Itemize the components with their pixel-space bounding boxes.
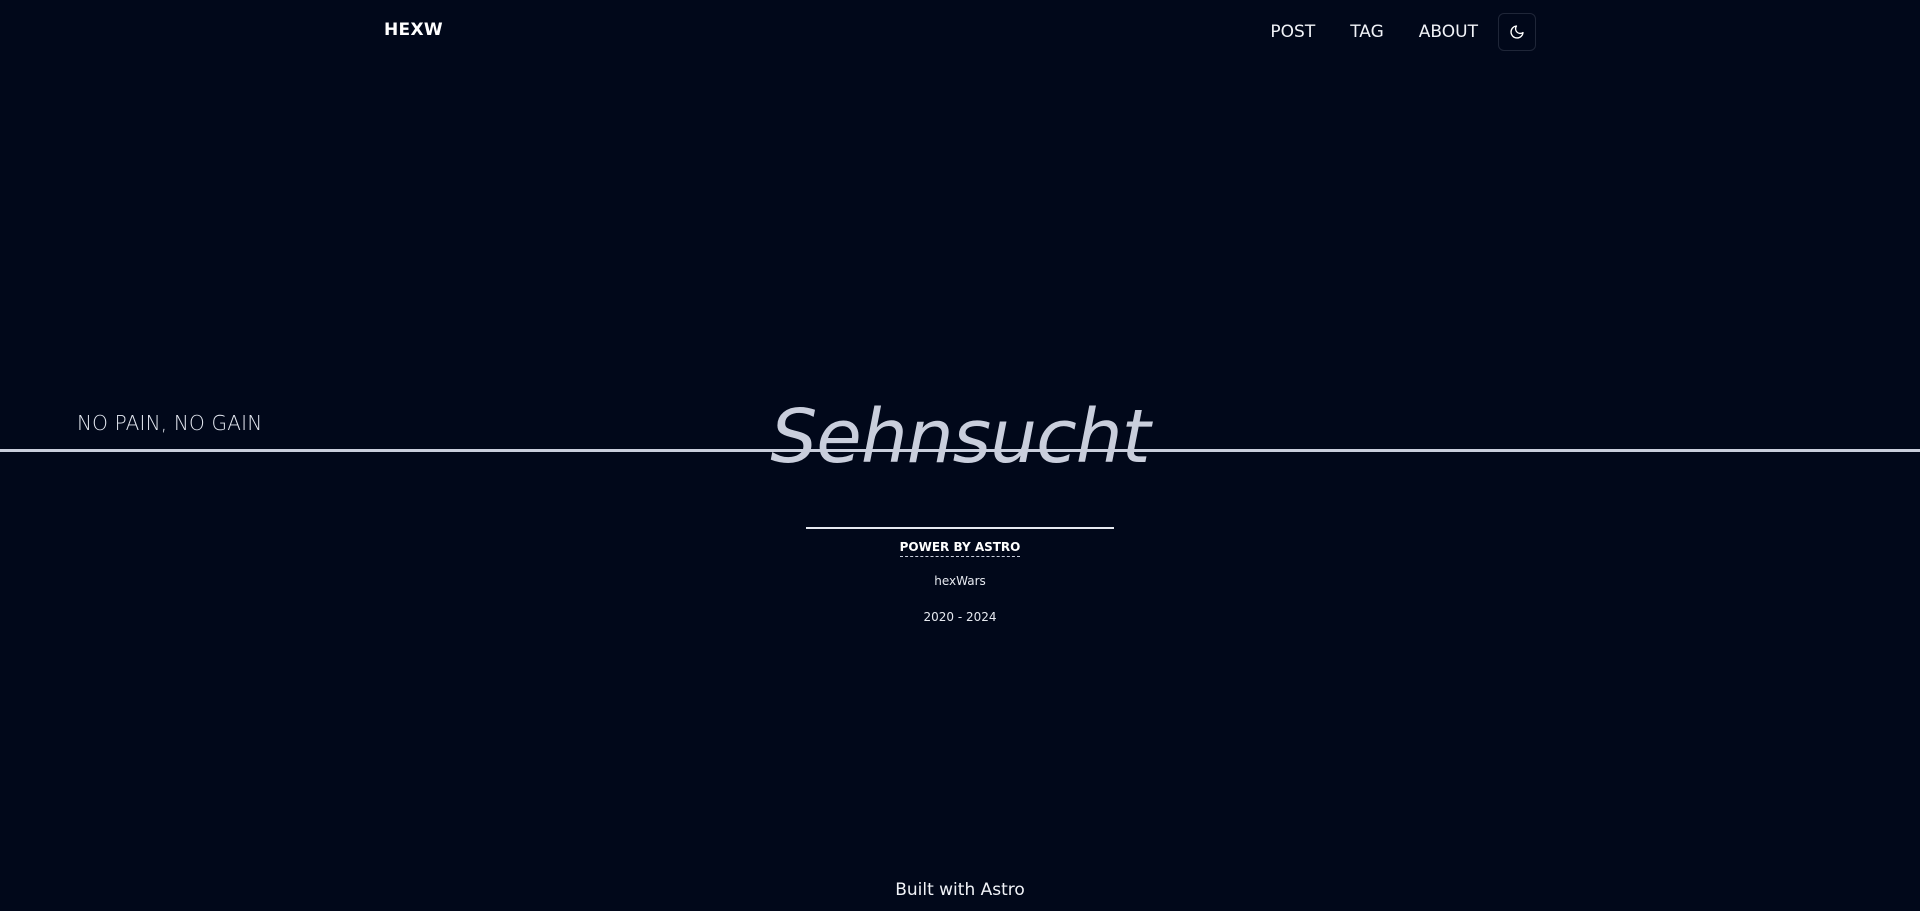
site-footer: Built with Astro [895,880,1025,900]
page: HEXW POST TAG ABOUT NO PAIN, NO GAIN Seh… [0,0,1920,911]
title-underline [806,527,1114,529]
nav-link-post[interactable]: POST [1270,22,1315,42]
theme-toggle-button[interactable] [1498,13,1536,51]
power-by-astro-link[interactable]: POWER BY ASTRO [899,540,1021,557]
hero-title: Sehnsucht [770,394,1150,480]
nav-link-about[interactable]: ABOUT [1419,22,1478,42]
power-by-container: POWER BY ASTRO [0,536,1920,557]
year-range: 2020 - 2024 [923,610,997,624]
main-nav: POST TAG ABOUT [1270,12,1536,52]
brand-logo-link[interactable]: HEXW [384,20,443,40]
moon-icon [1509,24,1525,40]
nav-link-tag[interactable]: TAG [1350,22,1384,42]
site-header: HEXW POST TAG ABOUT [0,0,1920,64]
author-name: hexWars [934,574,986,588]
